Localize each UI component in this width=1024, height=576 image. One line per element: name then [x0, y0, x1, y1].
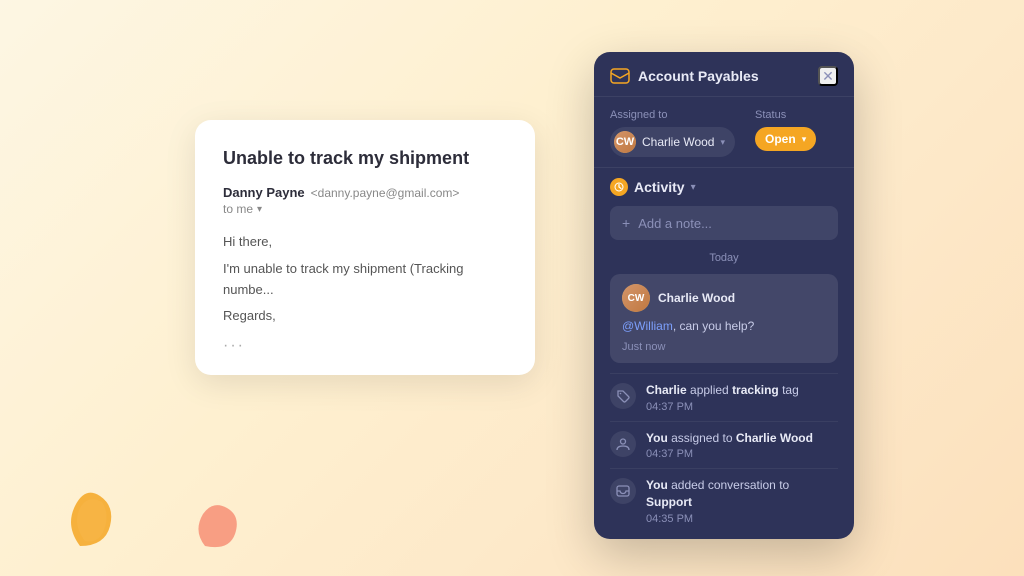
assigned-group: Assigned to CW Charlie Wood ▾ [610, 109, 735, 157]
body-line2: I'm unable to track my shipment (Trackin… [223, 259, 507, 301]
panel-title: Account Payables [638, 68, 759, 84]
assignee-name: Charlie Wood [642, 135, 714, 149]
activity-section: Activity ▾ + Add a note... Today CW Char… [594, 168, 854, 539]
log-time: 04:35 PM [646, 513, 838, 525]
status-label: Status [755, 109, 816, 121]
comment-avatar: CW [622, 284, 650, 312]
activity-header: Activity ▾ [610, 178, 838, 196]
log-item: Charlie applied tracking tag 04:37 PM [610, 373, 838, 421]
to-label: to me [223, 202, 253, 216]
log-text: Charlie applied tracking tag [646, 382, 799, 399]
status-group: Status Open ▾ [755, 109, 816, 151]
tag-icon-wrap [610, 383, 636, 409]
status-value: Open [765, 132, 796, 146]
log-item: You added conversation to Support 04:35 … [610, 468, 838, 533]
comment-header: CW Charlie Wood [622, 284, 826, 312]
mention-text: @William [622, 319, 673, 333]
comment-time: Just now [622, 341, 826, 353]
activity-log-list: Charlie applied tracking tag 04:37 PM Yo… [610, 373, 838, 533]
assignee-button[interactable]: CW Charlie Wood ▾ [610, 127, 735, 157]
inbox-icon [610, 68, 630, 84]
activity-icon [610, 178, 628, 196]
assignee-chevron-icon: ▾ [720, 137, 725, 148]
body-line1: Hi there, [223, 232, 507, 253]
blob-bottom-center [195, 496, 250, 561]
status-chevron-icon: ▾ [802, 134, 807, 145]
add-note-text: Add a note... [638, 216, 712, 231]
comment-author: Charlie Wood [658, 291, 735, 305]
comment-body: @William, can you help? [622, 318, 826, 335]
email-body: Hi there, I'm unable to track my shipmen… [223, 232, 507, 327]
email-title: Unable to track my shipment [223, 148, 507, 169]
sender-email: <danny.payne@gmail.com> [311, 186, 460, 200]
assigned-label: Assigned to [610, 109, 735, 121]
email-card: Unable to track my shipment Danny Payne … [195, 120, 535, 375]
add-note-button[interactable]: + Add a note... [610, 206, 838, 240]
meta-row: Assigned to CW Charlie Wood ▾ Status Ope… [594, 97, 854, 168]
comment-card: CW Charlie Wood @William, can you help? … [610, 274, 838, 363]
activity-title: Activity [634, 179, 685, 195]
to-dropdown-arrow[interactable]: ▾ [257, 204, 262, 215]
inbox-log-icon-wrap [610, 478, 636, 504]
log-time: 04:37 PM [646, 448, 813, 460]
more-button[interactable]: ··· [223, 337, 507, 355]
log-content: You assigned to Charlie Wood 04:37 PM [646, 430, 813, 461]
log-content: You added conversation to Support 04:35 … [646, 477, 838, 525]
person-icon-wrap [610, 431, 636, 457]
comment-text: , can you help? [673, 319, 754, 333]
assignee-avatar: CW [614, 131, 636, 153]
main-panel: Account Payables ✕ Assigned to CW Charli… [594, 52, 854, 539]
sender-name: Danny Payne [223, 185, 305, 200]
log-item: You assigned to Charlie Wood 04:37 PM [610, 421, 838, 469]
today-divider: Today [610, 252, 838, 264]
panel-header: Account Payables ✕ [594, 52, 854, 97]
status-button[interactable]: Open ▾ [755, 127, 816, 151]
body-line3: Regards, [223, 306, 507, 327]
log-text: You added conversation to Support [646, 477, 838, 511]
blob-bottom-left [60, 466, 130, 556]
add-note-plus-icon: + [622, 215, 630, 231]
close-button[interactable]: ✕ [818, 66, 838, 86]
activity-chevron-icon[interactable]: ▾ [691, 182, 696, 193]
panel-header-left: Account Payables [610, 68, 759, 84]
log-text: You assigned to Charlie Wood [646, 430, 813, 447]
log-time: 04:37 PM [646, 401, 799, 413]
log-content: Charlie applied tracking tag 04:37 PM [646, 382, 799, 413]
